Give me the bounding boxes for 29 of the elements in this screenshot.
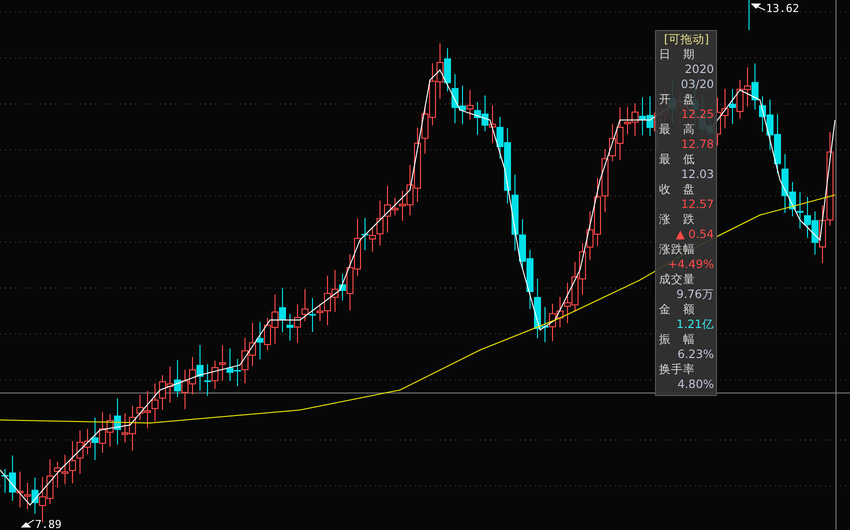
high-price-label: 13.62	[766, 2, 800, 15]
field-label: 涨 跌	[659, 212, 696, 227]
field-label: 开 盘	[659, 92, 696, 107]
field-value: +4.49%	[666, 257, 714, 272]
field-value: 6.23%	[676, 347, 714, 362]
field-value: 12.78	[680, 137, 714, 152]
tooltip-title: [可拖动]	[663, 32, 710, 47]
field-value: 12.57	[680, 197, 714, 212]
field-value: 1.21亿	[675, 317, 714, 332]
field-value: 9.76万	[675, 287, 714, 302]
low-marker-icon	[22, 520, 34, 528]
field-label: 日 期	[659, 47, 696, 62]
high-marker-icon	[752, 4, 766, 10]
field-value: 12.25	[680, 107, 714, 122]
data-tooltip[interactable]: [可拖动] 日 期 2020 03/20 开 盘 12.25 最 高 12.78 最 低 12.03 收 盘 12.57 涨 跌 ▲ 0.54 涨跌幅 +4.49% 成交量 9.76万 金 额 1.21亿 振 幅 6.23% 换手率 4.80%	[655, 30, 717, 396]
field-value: 03/20	[680, 77, 714, 92]
field-label: 成交量	[659, 272, 696, 287]
field-value: 12.03	[680, 167, 714, 182]
low-price-label: 7.89	[35, 518, 62, 530]
field-value: ▲ 0.54	[674, 227, 714, 242]
field-value: 4.80%	[676, 377, 714, 392]
field-label: 最 低	[659, 152, 696, 167]
field-label: 振 幅	[659, 332, 696, 347]
field-label: 收 盘	[659, 182, 696, 197]
field-value: 2020	[684, 62, 714, 77]
field-label: 换手率	[659, 362, 696, 377]
field-label: 涨跌幅	[659, 242, 696, 257]
field-label: 金 额	[659, 302, 696, 317]
field-label: 最 高	[659, 122, 696, 137]
